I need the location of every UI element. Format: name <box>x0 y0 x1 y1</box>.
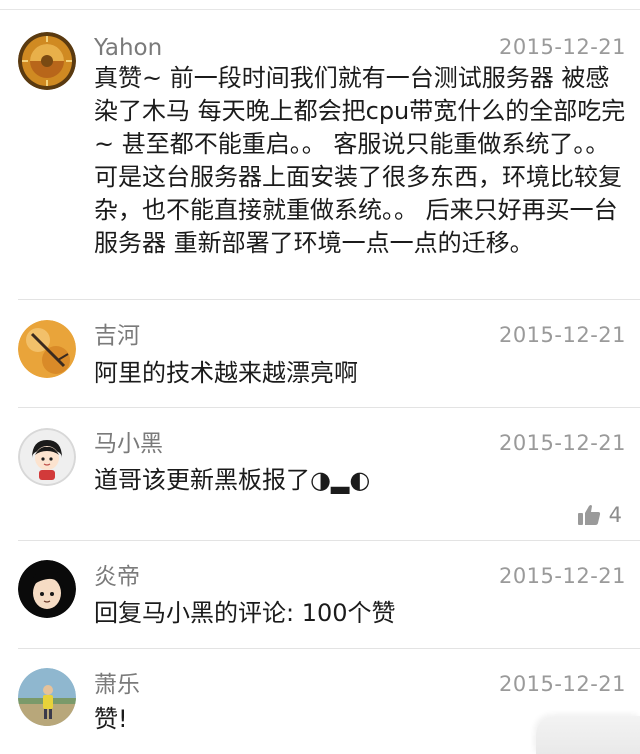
avatar[interactable] <box>18 668 76 726</box>
top-divider <box>0 9 640 10</box>
comment-date: 2015-12-21 <box>498 323 626 347</box>
avatar-image <box>18 32 76 90</box>
avatar[interactable] <box>18 428 76 486</box>
avatar[interactable] <box>18 32 76 90</box>
comment-text: 回复马小黑的评论: 100个赞 <box>94 599 396 627</box>
commenter-name[interactable]: 吉河 <box>94 325 140 348</box>
divider <box>18 540 640 541</box>
thumbs-up-icon <box>577 504 601 526</box>
commenter-name[interactable]: 萧乐 <box>94 674 140 697</box>
like-count: 4 <box>608 503 622 527</box>
comment-date: 2015-12-21 <box>498 35 626 59</box>
comment-date: 2015-12-21 <box>498 431 626 455</box>
commenter-name[interactable]: 马小黑 <box>94 433 163 456</box>
comment-date: 2015-12-21 <box>498 564 626 588</box>
avatar-image <box>18 668 76 726</box>
commenter-name[interactable]: Yahon <box>94 37 162 60</box>
commenter-name[interactable]: 炎帝 <box>94 566 140 589</box>
divider <box>18 299 640 300</box>
like-button[interactable]: 4 <box>577 503 622 527</box>
avatar-image <box>18 560 76 618</box>
avatar-image <box>18 428 76 486</box>
avatar[interactable] <box>18 320 76 378</box>
comment-text: 阿里的技术越来越漂亮啊 <box>94 359 358 387</box>
comment-date: 2015-12-21 <box>498 672 626 696</box>
divider <box>18 648 640 649</box>
comment-text: 真赞~ 前一段时间我们就有一台测试服务器 被感染了木马 每天晚上都会把cpu带宽… <box>94 64 626 257</box>
avatar-image <box>18 320 76 378</box>
avatar[interactable] <box>18 560 76 618</box>
floating-action-widget[interactable] <box>536 716 640 754</box>
comment-text: 道哥该更新黑板报了◑▂◐ <box>94 466 371 494</box>
divider <box>18 407 640 408</box>
